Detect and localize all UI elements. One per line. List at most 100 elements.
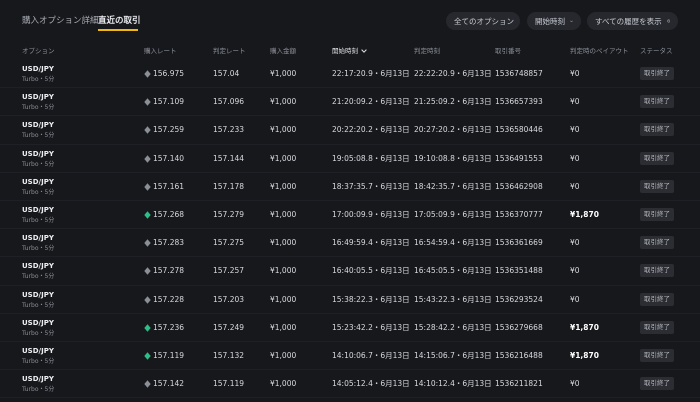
purchase-amount: ¥1,000 — [270, 97, 297, 107]
payout: ¥0 — [570, 97, 580, 107]
lose-marker-icon — [144, 380, 151, 388]
trade-number: 1536748857 — [495, 69, 543, 78]
column-header-payout: 判定時のペイアウト — [570, 47, 629, 55]
currency-pair: USD/JPY — [22, 318, 54, 327]
currency-pair: USD/JPY — [22, 205, 54, 214]
table-row[interactable]: USD/JPY Turbo・5分 157.161 157.178 ¥1,000 18:37… — [0, 173, 700, 201]
column-header-judge-rate: 判定レート — [213, 47, 246, 55]
start-time: 20:22:20.2・6月13日 — [332, 125, 410, 135]
purchase-amount: ¥1,000 — [270, 181, 297, 191]
tab-purchase-details[interactable]: 購入オプション詳細 — [22, 15, 99, 27]
status-badge: 取引終了 — [640, 179, 674, 193]
sort-down-icon — [361, 49, 367, 53]
payout: ¥0 — [570, 153, 580, 163]
payout: ¥1,870 — [570, 350, 599, 360]
active-tab-indicator — [98, 29, 138, 31]
table-row[interactable]: USD/JPY Turbo・5分 156.975 157.04 ¥1,000 22:17:… — [0, 60, 700, 89]
start-time: 21:20:09.2・6月13日 — [332, 97, 410, 107]
table-row[interactable]: USD/JPY Turbo・5分 157.109 157.096 ¥1,000 21:20… — [0, 88, 700, 117]
currency-pair: USD/JPY — [22, 375, 54, 384]
start-time: 15:23:42.2・6月13日 — [332, 322, 410, 332]
status-badge: 取引終了 — [640, 264, 674, 278]
judge-rate: 157.203 — [213, 294, 245, 304]
option-type: Turbo・5分 — [22, 160, 55, 168]
status-badge: 取引終了 — [640, 320, 674, 334]
table-row[interactable]: USD/JPY Turbo・5分 157.228 157.203 ¥1,000 15:38… — [0, 286, 700, 314]
option-type: Turbo・5分 — [22, 132, 55, 140]
column-header-judge-time: 判定時刻 — [414, 47, 440, 55]
table-row[interactable]: USD/JPY Turbo・5分 157.119 157.132 ¥1,000 14:10… — [0, 342, 700, 371]
lose-marker-icon — [144, 126, 151, 135]
judge-time: 16:45:05.5・6月13日 — [414, 266, 492, 276]
purchase-rate: 157.268 — [153, 209, 185, 219]
purchase-rate: 157.228 — [153, 294, 185, 304]
judge-rate: 157.144 — [213, 153, 245, 163]
column-header-trade-no: 取引番号 — [495, 47, 521, 55]
trade-number: 1536462908 — [495, 181, 543, 191]
option-filter-dropdown[interactable]: 全てのオプション — [446, 12, 520, 30]
judge-time: 21:25:09.2・6月13日 — [414, 97, 492, 107]
purchase-amount: ¥1,000 — [270, 322, 297, 332]
purchase-amount: ¥1,000 — [270, 379, 297, 389]
trade-number: 1536370777 — [495, 209, 543, 219]
time-filter-dropdown[interactable]: 開始時刻 — [527, 12, 581, 30]
currency-pair: USD/JPY — [22, 121, 54, 130]
option-type: Turbo・5分 — [22, 216, 55, 224]
trade-number: 1536293524 — [495, 294, 543, 304]
column-header-amount: 購入金額 — [270, 47, 296, 55]
option-type: Turbo・5分 — [22, 245, 55, 253]
table-row[interactable]: USD/JPY Turbo・5分 157.140 157.144 ¥1,000 19:05… — [0, 145, 700, 173]
table-row[interactable]: USD/JPY Turbo・5分 157.259 157.233 ¥1,000 20:22… — [0, 116, 700, 145]
show-all-history-button[interactable]: すべての履歴を表示 — [587, 12, 678, 30]
table-row[interactable]: USD/JPY Turbo・5分 157.142 157.119 ¥1,000 14:05… — [0, 370, 700, 399]
currency-pair: USD/JPY — [22, 149, 54, 158]
lose-marker-icon — [144, 295, 151, 304]
option-type: Turbo・5分 — [22, 386, 55, 394]
status-badge: 取引終了 — [640, 348, 674, 362]
start-time: 16:40:05.5・6月13日 — [332, 266, 410, 276]
status-badge: 取引終了 — [640, 95, 674, 109]
table-row[interactable]: USD/JPY Turbo・5分 157.283 157.275 ¥1,000 16:49… — [0, 229, 700, 258]
lose-marker-icon — [144, 267, 151, 276]
start-time: 17:00:09.9・6月13日 — [332, 209, 410, 219]
table-row[interactable]: USD/JPY Turbo・5分 157.268 157.279 ¥1,000 17:00… — [0, 201, 700, 230]
column-header-status: ステータス — [640, 47, 673, 55]
tab-recent-trades[interactable]: 直近の取引 — [98, 15, 141, 27]
table-header: オプション 購入レート 判定レート 購入金額 開始時刻 判定時刻 取引番号 判定… — [0, 44, 700, 58]
purchase-rate: 157.278 — [153, 266, 185, 276]
judge-time: 19:10:08.8・6月13日 — [414, 153, 492, 163]
purchase-rate: 156.975 — [153, 69, 185, 78]
payout: ¥0 — [570, 266, 580, 276]
judge-time: 18:42:35.7・6月13日 — [414, 181, 492, 191]
win-marker-icon — [144, 211, 151, 219]
win-marker-icon — [144, 352, 151, 360]
judge-rate: 157.279 — [213, 209, 245, 219]
judge-time: 15:43:22.3・6月13日 — [414, 294, 492, 304]
trade-number: 1536351488 — [495, 266, 543, 276]
purchase-rate: 157.259 — [153, 125, 185, 135]
purchase-amount: ¥1,000 — [270, 238, 297, 248]
payout: ¥0 — [570, 294, 580, 304]
option-type: Turbo・5分 — [22, 188, 55, 196]
purchase-amount: ¥1,000 — [270, 209, 297, 219]
start-time: 15:38:22.3・6月13日 — [332, 294, 410, 304]
judge-rate: 157.04 — [213, 69, 240, 78]
purchase-rate: 157.283 — [153, 238, 185, 248]
lose-marker-icon — [144, 154, 151, 163]
table-row[interactable]: USD/JPY Turbo・5分 157.278 157.257 ¥1,000 16:40… — [0, 257, 700, 286]
trade-number: 1536361669 — [495, 238, 543, 248]
payout: ¥0 — [570, 125, 580, 135]
start-time: 16:49:59.4・6月13日 — [332, 238, 410, 248]
purchase-amount: ¥1,000 — [270, 350, 297, 360]
column-header-start-time[interactable]: 開始時刻 — [332, 44, 367, 58]
trade-number: 1536211821 — [495, 379, 543, 389]
trade-list: USD/JPY Turbo・5分 156.975 157.04 ¥1,000 22:17:… — [0, 60, 700, 399]
option-type: Turbo・5分 — [22, 104, 55, 112]
purchase-amount: ¥1,000 — [270, 125, 297, 135]
purchase-amount: ¥1,000 — [270, 69, 297, 78]
table-row[interactable]: USD/JPY Turbo・5分 157.236 157.249 ¥1,000 15:23… — [0, 314, 700, 342]
win-marker-icon — [144, 323, 151, 332]
judge-time: 16:54:59.4・6月13日 — [414, 238, 492, 248]
column-header-start-time-label: 開始時刻 — [332, 47, 358, 55]
judge-rate: 157.096 — [213, 97, 245, 107]
